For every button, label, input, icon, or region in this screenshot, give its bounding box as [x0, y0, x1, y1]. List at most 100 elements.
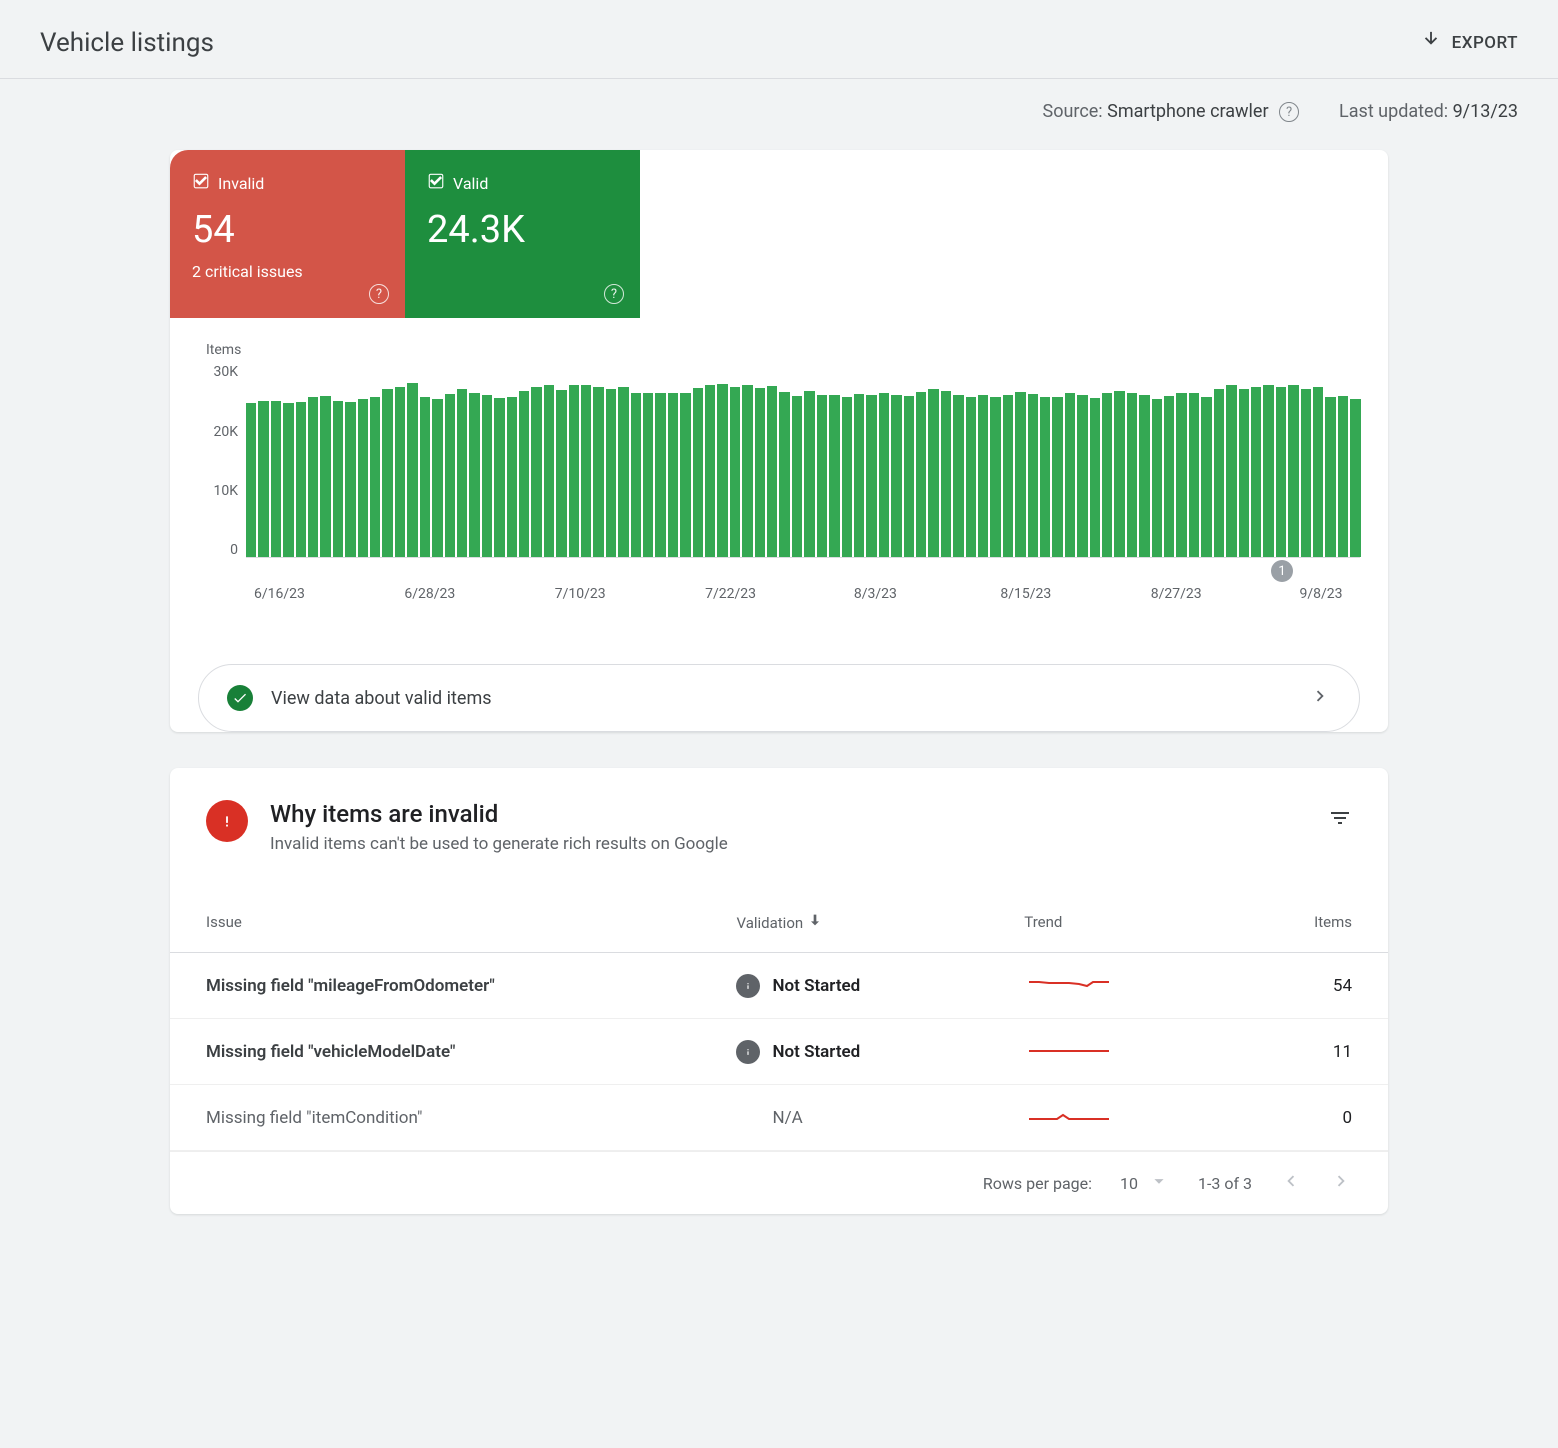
chart-bar[interactable] — [655, 393, 665, 558]
chart-bar[interactable] — [507, 397, 517, 558]
chart-bar[interactable] — [779, 392, 789, 557]
chart-bar[interactable] — [804, 391, 814, 557]
col-validation[interactable]: Validation — [700, 892, 988, 953]
export-button[interactable]: EXPORT — [1420, 30, 1518, 57]
chart-bar[interactable] — [258, 401, 268, 558]
chart-bar[interactable] — [581, 385, 591, 557]
chart-bar[interactable] — [755, 388, 765, 557]
chart-bar[interactable] — [680, 393, 690, 558]
chart-bar[interactable] — [1052, 397, 1062, 557]
chart-bar[interactable] — [1276, 387, 1286, 557]
chart-bar[interactable] — [953, 395, 963, 557]
chart-bar[interactable] — [928, 389, 938, 557]
chart-bar[interactable] — [916, 392, 926, 557]
chart-bar[interactable] — [382, 389, 392, 557]
chart-bar[interactable] — [1015, 392, 1025, 557]
chart-bar[interactable] — [990, 397, 1000, 557]
chart-bar[interactable] — [333, 401, 343, 558]
chart-bar[interactable] — [246, 403, 256, 557]
chart-bar[interactable] — [705, 385, 715, 557]
chart-bar[interactable] — [1114, 391, 1124, 557]
chart-bar[interactable] — [742, 385, 752, 557]
chart-bar[interactable] — [283, 403, 293, 558]
chart-bar[interactable] — [1127, 393, 1137, 558]
chart-bar[interactable] — [767, 386, 777, 557]
col-issue[interactable]: Issue — [170, 892, 700, 953]
chart-bar[interactable] — [358, 399, 368, 557]
chart-bar[interactable] — [469, 393, 479, 558]
chart-bar[interactable] — [1152, 399, 1162, 557]
chart-bar[interactable] — [1325, 397, 1335, 557]
chart-bar[interactable] — [904, 396, 914, 557]
help-icon[interactable]: ? — [369, 284, 389, 304]
chart-bar[interactable] — [296, 402, 306, 557]
chart-bar[interactable] — [1090, 398, 1100, 557]
chart-bar[interactable] — [556, 390, 566, 557]
table-row[interactable]: Missing field "vehicleModelDate"Not Star… — [170, 1019, 1388, 1085]
chart-bar[interactable] — [717, 384, 727, 557]
chart-bar[interactable] — [891, 395, 901, 557]
chart-bar[interactable] — [978, 395, 988, 558]
chart-bar[interactable] — [879, 393, 889, 557]
chart-bar[interactable] — [1313, 387, 1323, 557]
chart-bar[interactable] — [1226, 385, 1236, 557]
tile-valid[interactable]: Valid 24.3K ? — [405, 150, 640, 318]
chart-bar[interactable] — [531, 387, 541, 557]
chart-bar[interactable] — [606, 389, 616, 557]
chart-bar[interactable] — [1065, 393, 1075, 557]
chart-bar[interactable] — [370, 397, 380, 558]
chart-bar[interactable] — [544, 385, 554, 557]
pager-prev-button[interactable] — [1280, 1170, 1302, 1196]
help-icon[interactable]: ? — [604, 284, 624, 304]
chart-bar[interactable] — [395, 387, 405, 557]
col-trend[interactable]: Trend — [988, 892, 1226, 953]
chart-bar[interactable] — [1288, 385, 1298, 557]
chart-bar[interactable] — [420, 397, 430, 558]
chart-bar[interactable] — [842, 397, 852, 558]
chart-bar[interactable] — [432, 399, 442, 558]
chart-bar[interactable] — [854, 394, 864, 557]
chart-bar[interactable] — [1239, 389, 1249, 557]
chart-bar[interactable] — [1077, 395, 1087, 558]
col-items[interactable]: Items — [1226, 892, 1388, 953]
chart-bar[interactable] — [966, 397, 976, 558]
chart-bar[interactable] — [457, 389, 467, 557]
table-row[interactable]: Missing field "itemCondition"N/A0 — [170, 1085, 1388, 1151]
rows-per-page-select[interactable]: 10 — [1120, 1170, 1170, 1196]
filter-button[interactable] — [1328, 806, 1352, 834]
chart-bar[interactable] — [941, 391, 951, 557]
chart-bar[interactable] — [308, 397, 318, 558]
chart-bar[interactable] — [345, 402, 355, 557]
chart-bar[interactable] — [1164, 396, 1174, 557]
chart-bar[interactable] — [1301, 389, 1311, 557]
chart-bar[interactable] — [1189, 393, 1199, 557]
chart-bar[interactable] — [792, 396, 802, 557]
chart-bar[interactable] — [631, 393, 641, 558]
chart-event-badge[interactable]: 1 — [1271, 560, 1293, 582]
view-valid-items-button[interactable]: View data about valid items — [198, 664, 1360, 732]
chart-bar[interactable] — [482, 395, 492, 557]
chart-bar[interactable] — [407, 383, 417, 557]
chart-bar[interactable] — [569, 385, 579, 557]
chart-bar[interactable] — [494, 398, 504, 557]
chart-bar[interactable] — [1003, 395, 1013, 557]
pager-next-button[interactable] — [1330, 1170, 1352, 1196]
chart-bar[interactable] — [593, 387, 603, 557]
chart-bar[interactable] — [1102, 393, 1112, 557]
chart-bars[interactable] — [246, 358, 1360, 558]
chart-bar[interactable] — [817, 395, 827, 557]
chart-bar[interactable] — [320, 396, 330, 557]
help-icon[interactable]: ? — [1279, 102, 1299, 122]
chart-bar[interactable] — [1040, 397, 1050, 557]
chart-bar[interactable] — [445, 394, 455, 557]
chart-bar[interactable] — [693, 388, 703, 557]
chart-bar[interactable] — [519, 391, 529, 557]
chart-bar[interactable] — [1263, 385, 1273, 557]
chart-bar[interactable] — [271, 401, 281, 557]
chart-bar[interactable] — [1028, 394, 1038, 557]
chart-bar[interactable] — [1139, 395, 1149, 558]
table-row[interactable]: Missing field "mileageFromOdometer"Not S… — [170, 953, 1388, 1019]
chart-bar[interactable] — [618, 387, 628, 557]
chart-bar[interactable] — [730, 387, 740, 557]
chart-bar[interactable] — [1251, 387, 1261, 557]
